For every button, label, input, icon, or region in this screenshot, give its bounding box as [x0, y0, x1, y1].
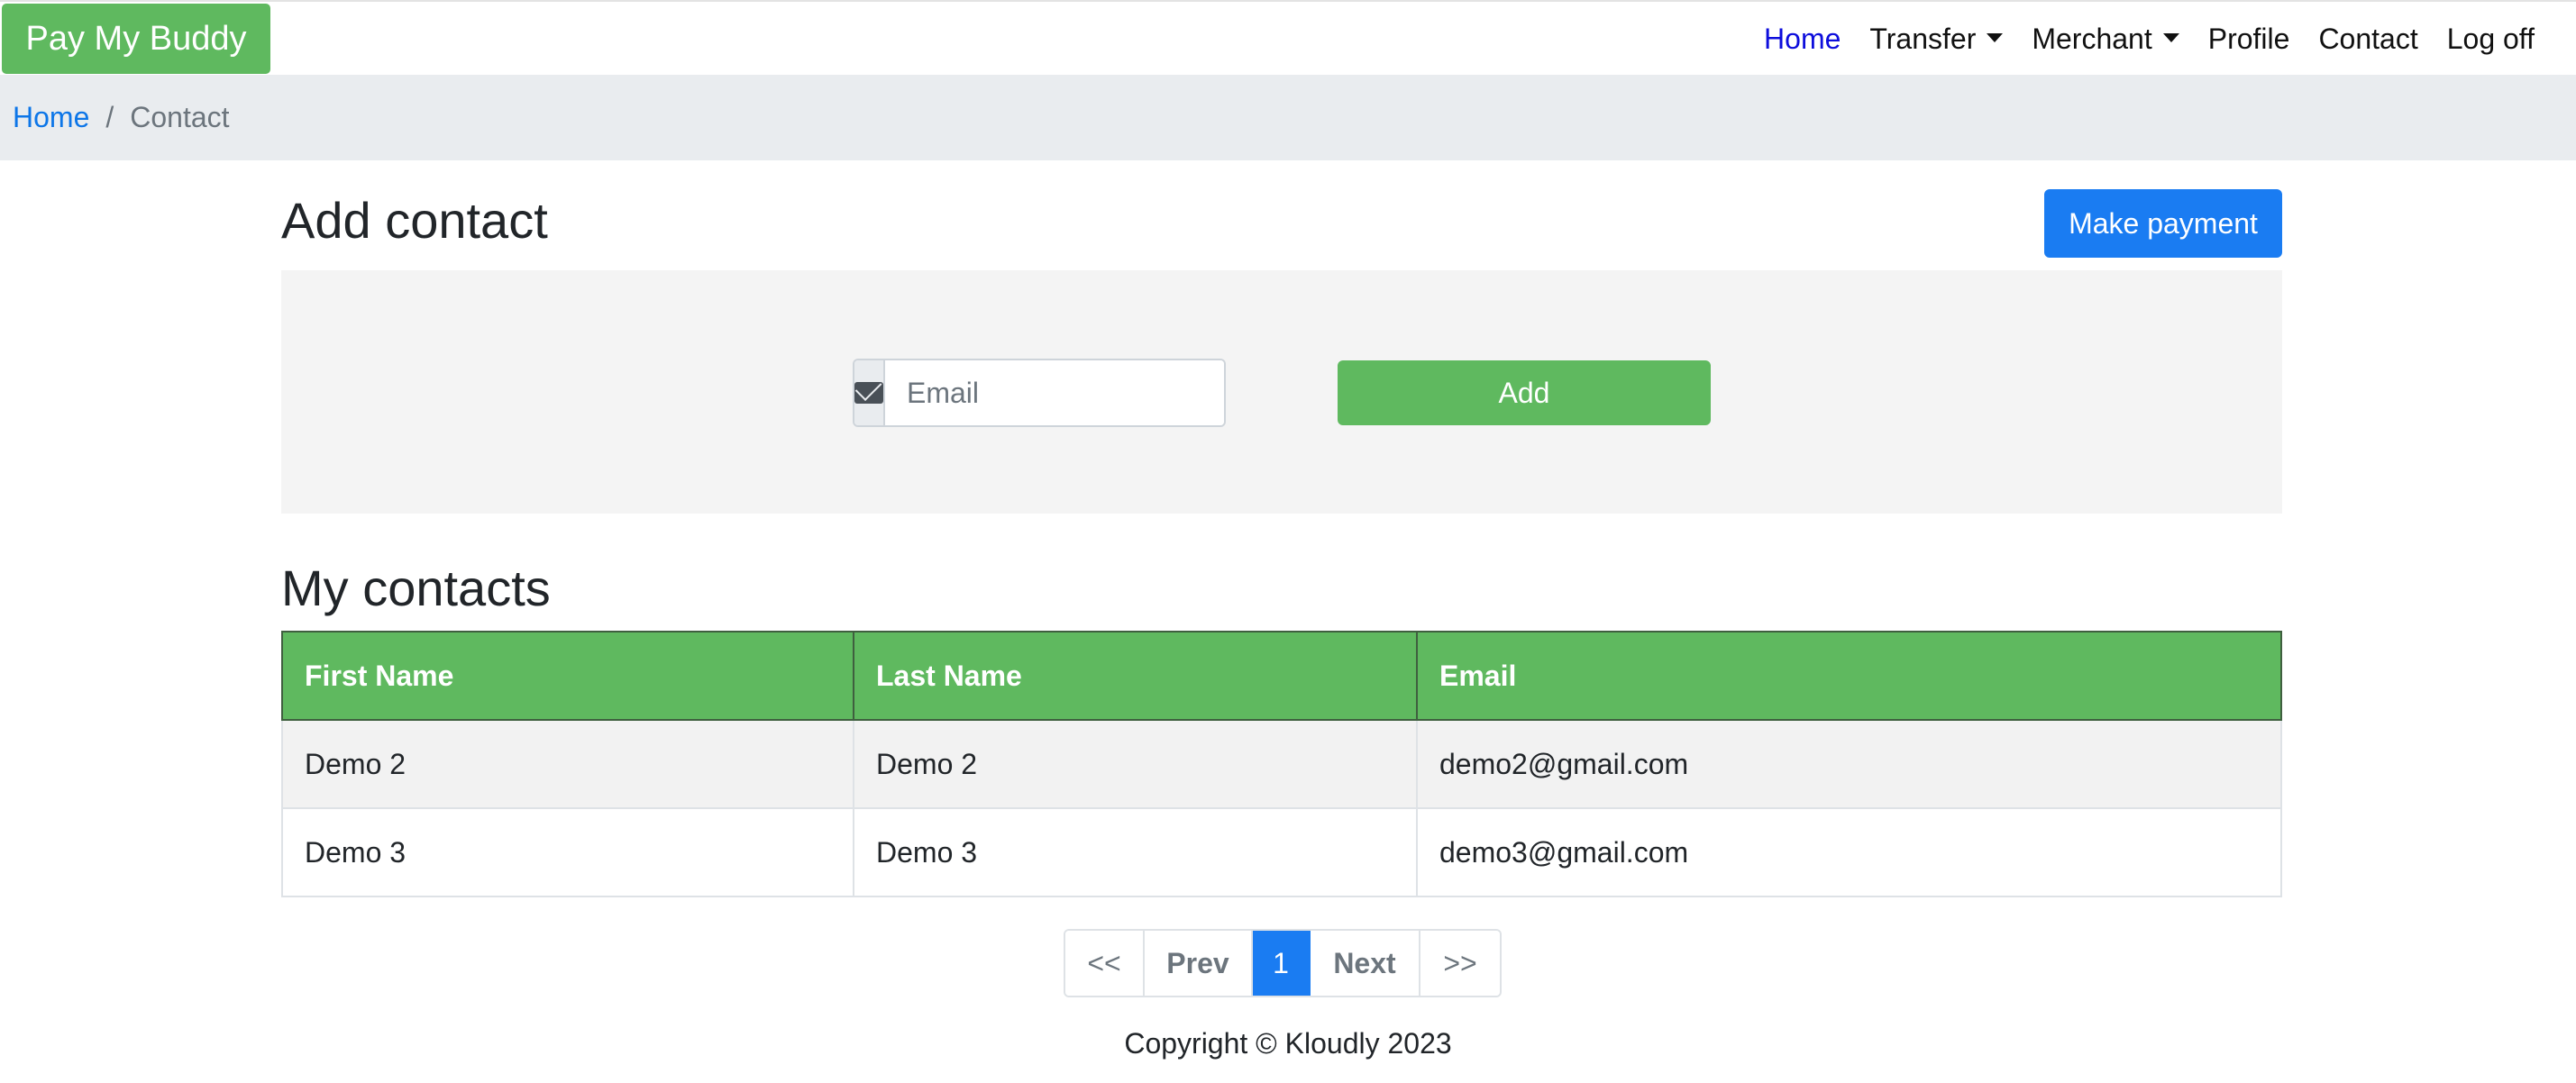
- nav-transfer-dropdown[interactable]: Transfer: [1855, 23, 2017, 56]
- email-input[interactable]: [885, 360, 1224, 425]
- nav-profile[interactable]: Profile: [2194, 23, 2305, 56]
- cell-email: demo2@gmail.com: [1416, 719, 2282, 809]
- envelope-icon: [854, 382, 883, 404]
- nav-logoff[interactable]: Log off: [2433, 23, 2549, 56]
- email-input-group: [853, 359, 1226, 427]
- cell-last-name: Demo 3: [853, 807, 1418, 897]
- nav-home[interactable]: Home: [1749, 23, 1855, 56]
- column-header-last-name: Last Name: [853, 631, 1418, 721]
- cell-first-name: Demo 3: [281, 807, 854, 897]
- footer-copyright: Copyright © Kloudly 2023: [1124, 1027, 1452, 1060]
- breadcrumb: Home / Contact: [0, 75, 2576, 160]
- breadcrumb-separator: /: [105, 101, 114, 133]
- cell-last-name: Demo 2: [853, 719, 1418, 809]
- nav-logoff-label: Log off: [2446, 23, 2535, 55]
- pagination-first-button[interactable]: <<: [1065, 931, 1145, 996]
- pagination-next-button[interactable]: Next: [1311, 931, 1420, 996]
- brand-logo-button[interactable]: Pay My Buddy: [2, 4, 270, 74]
- caret-down-icon: [1987, 32, 2004, 42]
- table-row: Demo 3 Demo 3 demo3@gmail.com: [281, 807, 2282, 897]
- cell-first-name: Demo 2: [281, 719, 854, 809]
- nav-contact[interactable]: Contact: [2304, 23, 2432, 56]
- add-contact-title: Add contact: [281, 192, 548, 249]
- nav-merchant-label: Merchant: [2032, 23, 2152, 55]
- pagination-prev-button[interactable]: Prev: [1145, 931, 1253, 996]
- add-contact-button[interactable]: Add: [1338, 360, 1711, 425]
- nav-profile-label: Profile: [2207, 23, 2290, 55]
- contacts-table: First Name Last Name Email Demo 2 Demo 2…: [281, 631, 2282, 897]
- caret-down-icon: [2162, 32, 2179, 42]
- pagination: << Prev 1 Next >>: [1064, 929, 1502, 997]
- table-row: Demo 2 Demo 2 demo2@gmail.com: [281, 719, 2282, 809]
- nav-transfer-label: Transfer: [1869, 23, 1977, 55]
- column-header-first-name: First Name: [281, 631, 854, 721]
- breadcrumb-home-link[interactable]: Home: [13, 101, 89, 134]
- my-contacts-title: My contacts: [281, 560, 551, 616]
- pagination-page-1[interactable]: 1: [1253, 931, 1311, 996]
- email-prepend: [854, 360, 885, 425]
- nav-contact-label: Contact: [2318, 23, 2418, 55]
- top-navbar: Pay My Buddy Home Transfer Merchant Prof…: [0, 0, 2576, 75]
- add-contact-panel: [281, 270, 2282, 514]
- make-payment-button[interactable]: Make payment: [2044, 189, 2282, 258]
- pagination-last-button[interactable]: >>: [1420, 931, 1500, 996]
- column-header-email: Email: [1416, 631, 2282, 721]
- nav-home-label: Home: [1764, 23, 1841, 55]
- nav-merchant-dropdown[interactable]: Merchant: [2017, 23, 2193, 56]
- cell-email: demo3@gmail.com: [1416, 807, 2282, 897]
- table-header-row: First Name Last Name Email: [281, 631, 2282, 721]
- breadcrumb-current: Contact: [130, 101, 230, 133]
- nav-links: Home Transfer Merchant Profile Contact L…: [1749, 2, 2549, 77]
